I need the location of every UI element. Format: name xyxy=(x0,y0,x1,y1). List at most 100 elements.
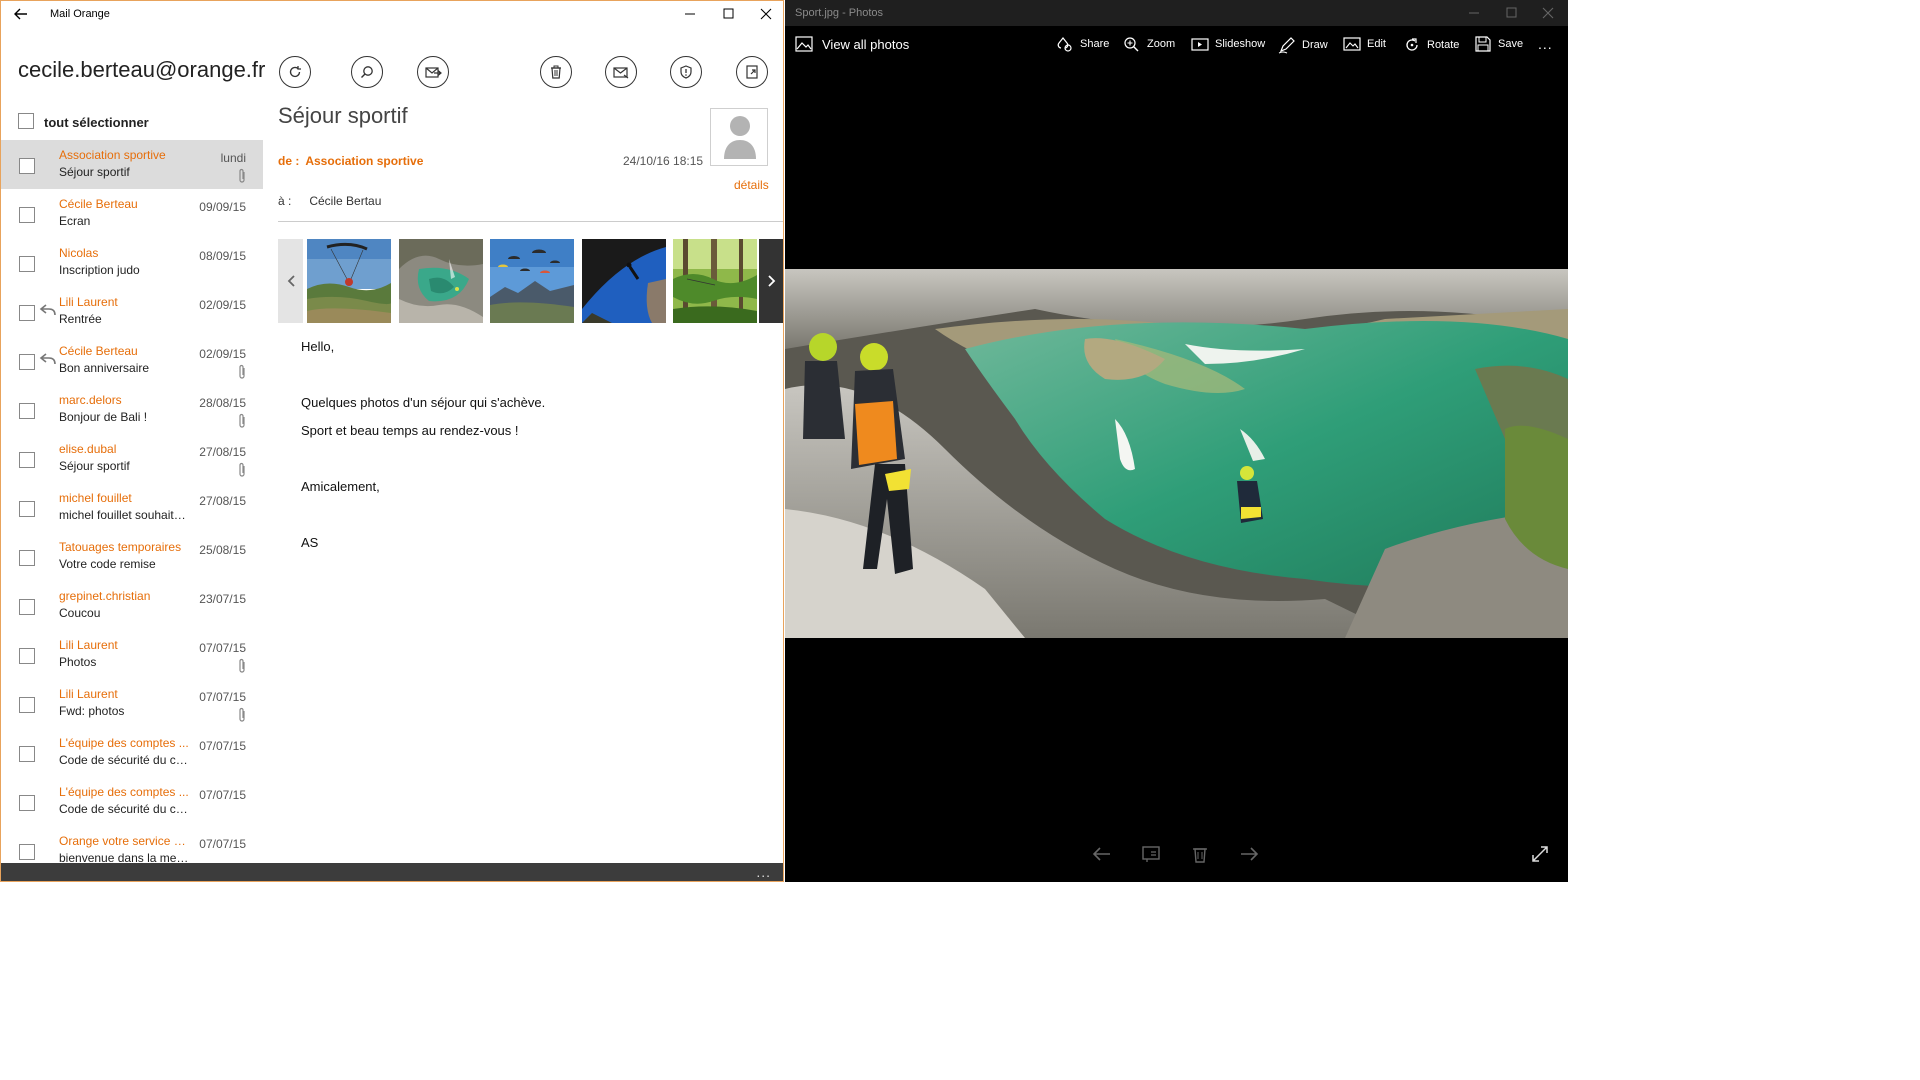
message-date: 02/09/15 xyxy=(199,298,246,312)
list-item[interactable]: michel fouillet michel fouillet souhaiter… xyxy=(1,483,263,532)
photos-more-button[interactable]: ... xyxy=(1538,36,1553,52)
list-item[interactable]: Orange votre service cli... bienvenue dan… xyxy=(1,826,263,863)
trash-icon xyxy=(1193,848,1207,863)
export-icon xyxy=(746,65,758,79)
list-item[interactable]: elise.dubal Séjour sportif 27/08/15 xyxy=(1,434,263,483)
list-item[interactable]: L'équipe des comptes ... Code de sécurité… xyxy=(1,728,263,777)
list-item[interactable]: grepinet.christian Coucou 23/07/15 xyxy=(1,581,263,630)
more-options-button[interactable]: ... xyxy=(756,864,771,880)
message-sender: marc.delors xyxy=(59,393,122,407)
list-item[interactable]: Nicolas Inscription judo 08/09/15 xyxy=(1,238,263,287)
zoom-icon xyxy=(1124,37,1139,52)
save-floppy-icon xyxy=(1475,36,1491,52)
close-button[interactable] xyxy=(755,4,777,24)
draw-button[interactable]: Draw xyxy=(1278,36,1328,54)
message-checkbox[interactable] xyxy=(19,648,35,664)
delete-photo-button[interactable] xyxy=(1189,844,1211,864)
message-checkbox[interactable] xyxy=(19,550,35,566)
fullscreen-button[interactable] xyxy=(1529,844,1551,864)
list-item[interactable]: Tatouages temporaires Votre code remise 25… xyxy=(1,532,263,581)
edit-button[interactable]: Edit xyxy=(1343,36,1386,52)
message-checkbox[interactable] xyxy=(19,158,35,174)
select-all[interactable]: tout sélectionner xyxy=(18,111,149,131)
message-sender: L'équipe des comptes ... xyxy=(59,785,189,799)
save-button[interactable]: Save xyxy=(1474,36,1523,52)
select-all-checkbox[interactable] xyxy=(18,113,34,129)
search-button[interactable] xyxy=(351,56,383,88)
details-panel-button[interactable] xyxy=(1140,844,1162,864)
attachment-thumbnail-treetop-course[interactable] xyxy=(673,239,757,323)
list-item[interactable]: Cécile Berteau Bon anniversaire 02/09/15 xyxy=(1,336,263,385)
message-sender: Tatouages temporaires xyxy=(59,540,182,554)
list-item[interactable]: Cécile Berteau Ecran 09/09/15 xyxy=(1,189,263,238)
expand-icon xyxy=(1532,846,1548,862)
message-date: 27/08/15 xyxy=(199,445,246,459)
list-item[interactable]: Lili Laurent Fwd: photos 07/07/15 xyxy=(1,679,263,728)
message-subject-preview: Code de sécurité du co... xyxy=(59,753,191,767)
photos-close-button[interactable] xyxy=(1537,3,1559,23)
slideshow-button[interactable]: Slideshow xyxy=(1191,36,1265,52)
message-checkbox[interactable] xyxy=(19,599,35,615)
body-line: Hello, xyxy=(301,339,335,354)
message-checkbox[interactable] xyxy=(19,354,35,370)
list-item[interactable]: Lili Laurent Photos 07/07/15 xyxy=(1,630,263,679)
message-checkbox[interactable] xyxy=(19,501,35,517)
photos-maximize-button[interactable] xyxy=(1500,3,1522,23)
message-checkbox[interactable] xyxy=(19,844,35,860)
message-checkbox[interactable] xyxy=(19,403,35,419)
message-checkbox[interactable] xyxy=(19,256,35,272)
details-link[interactable]: détails xyxy=(734,178,769,192)
delete-button[interactable] xyxy=(540,56,572,88)
message-checkbox[interactable] xyxy=(19,452,35,468)
mark-unread-icon xyxy=(613,67,629,79)
app-title: Mail Orange xyxy=(50,8,110,20)
attachments-prev-button[interactable] xyxy=(278,239,303,323)
spam-button[interactable] xyxy=(670,56,702,88)
view-all-photos-button[interactable]: View all photos xyxy=(795,36,909,52)
arrow-left-icon xyxy=(1092,847,1110,861)
list-item[interactable]: marc.delors Bonjour de Bali ! 28/08/15 xyxy=(1,385,263,434)
message-date: 09/09/15 xyxy=(199,200,246,214)
view-all-label: View all photos xyxy=(822,36,910,52)
next-photo-button[interactable] xyxy=(1238,844,1260,864)
message-checkbox[interactable] xyxy=(19,795,35,811)
list-item[interactable]: Association sportive Séjour sportif lundi xyxy=(1,140,263,189)
replied-icon xyxy=(39,304,56,316)
message-date: 07/07/15 xyxy=(199,641,246,655)
from-name[interactable]: Association sportive xyxy=(305,154,423,168)
message-sender: L'équipe des comptes ... xyxy=(59,736,189,750)
export-button[interactable] xyxy=(736,56,768,88)
mark-unread-button[interactable] xyxy=(605,56,637,88)
rotate-button[interactable]: Rotate xyxy=(1403,36,1459,54)
attachment-thumbnail-paragliding[interactable] xyxy=(307,239,391,323)
attachments-next-button[interactable] xyxy=(759,239,783,323)
message-subject-preview: Rentrée xyxy=(59,312,102,326)
previous-photo-button[interactable] xyxy=(1091,844,1113,864)
message-date: 07/07/15 xyxy=(199,788,246,802)
message-subject-preview: Séjour sportif xyxy=(59,459,130,473)
slideshow-label: Slideshow xyxy=(1215,38,1266,50)
zoom-button[interactable]: Zoom xyxy=(1123,36,1175,52)
message-checkbox[interactable] xyxy=(19,746,35,762)
attachment-thumbnail-canyoning[interactable] xyxy=(399,239,483,323)
share-button[interactable]: Share xyxy=(1056,36,1109,52)
share-label: Share xyxy=(1080,38,1110,50)
list-item[interactable]: Lili Laurent Rentrée 02/09/15 xyxy=(1,287,263,336)
refresh-button[interactable] xyxy=(279,56,311,88)
attachment-thumbnail-climbing[interactable] xyxy=(582,239,666,323)
maximize-button[interactable] xyxy=(717,4,739,24)
message-date: 07/07/15 xyxy=(199,739,246,753)
back-arrow-icon[interactable] xyxy=(11,4,31,24)
body-line: Amicalement, xyxy=(301,479,380,494)
message-checkbox[interactable] xyxy=(19,305,35,321)
message-subject-preview: Séjour sportif xyxy=(59,165,130,179)
to-row: à : Cécile Bertau xyxy=(278,194,381,208)
minimize-button[interactable] xyxy=(679,4,701,24)
list-item[interactable]: L'équipe des comptes ... Code de sécurité… xyxy=(1,777,263,826)
photos-minimize-button[interactable] xyxy=(1463,3,1485,23)
move-button[interactable] xyxy=(417,56,449,88)
chevron-right-icon xyxy=(767,275,775,287)
message-checkbox[interactable] xyxy=(19,207,35,223)
attachment-thumbnail-parachutes[interactable] xyxy=(490,239,574,323)
message-checkbox[interactable] xyxy=(19,697,35,713)
